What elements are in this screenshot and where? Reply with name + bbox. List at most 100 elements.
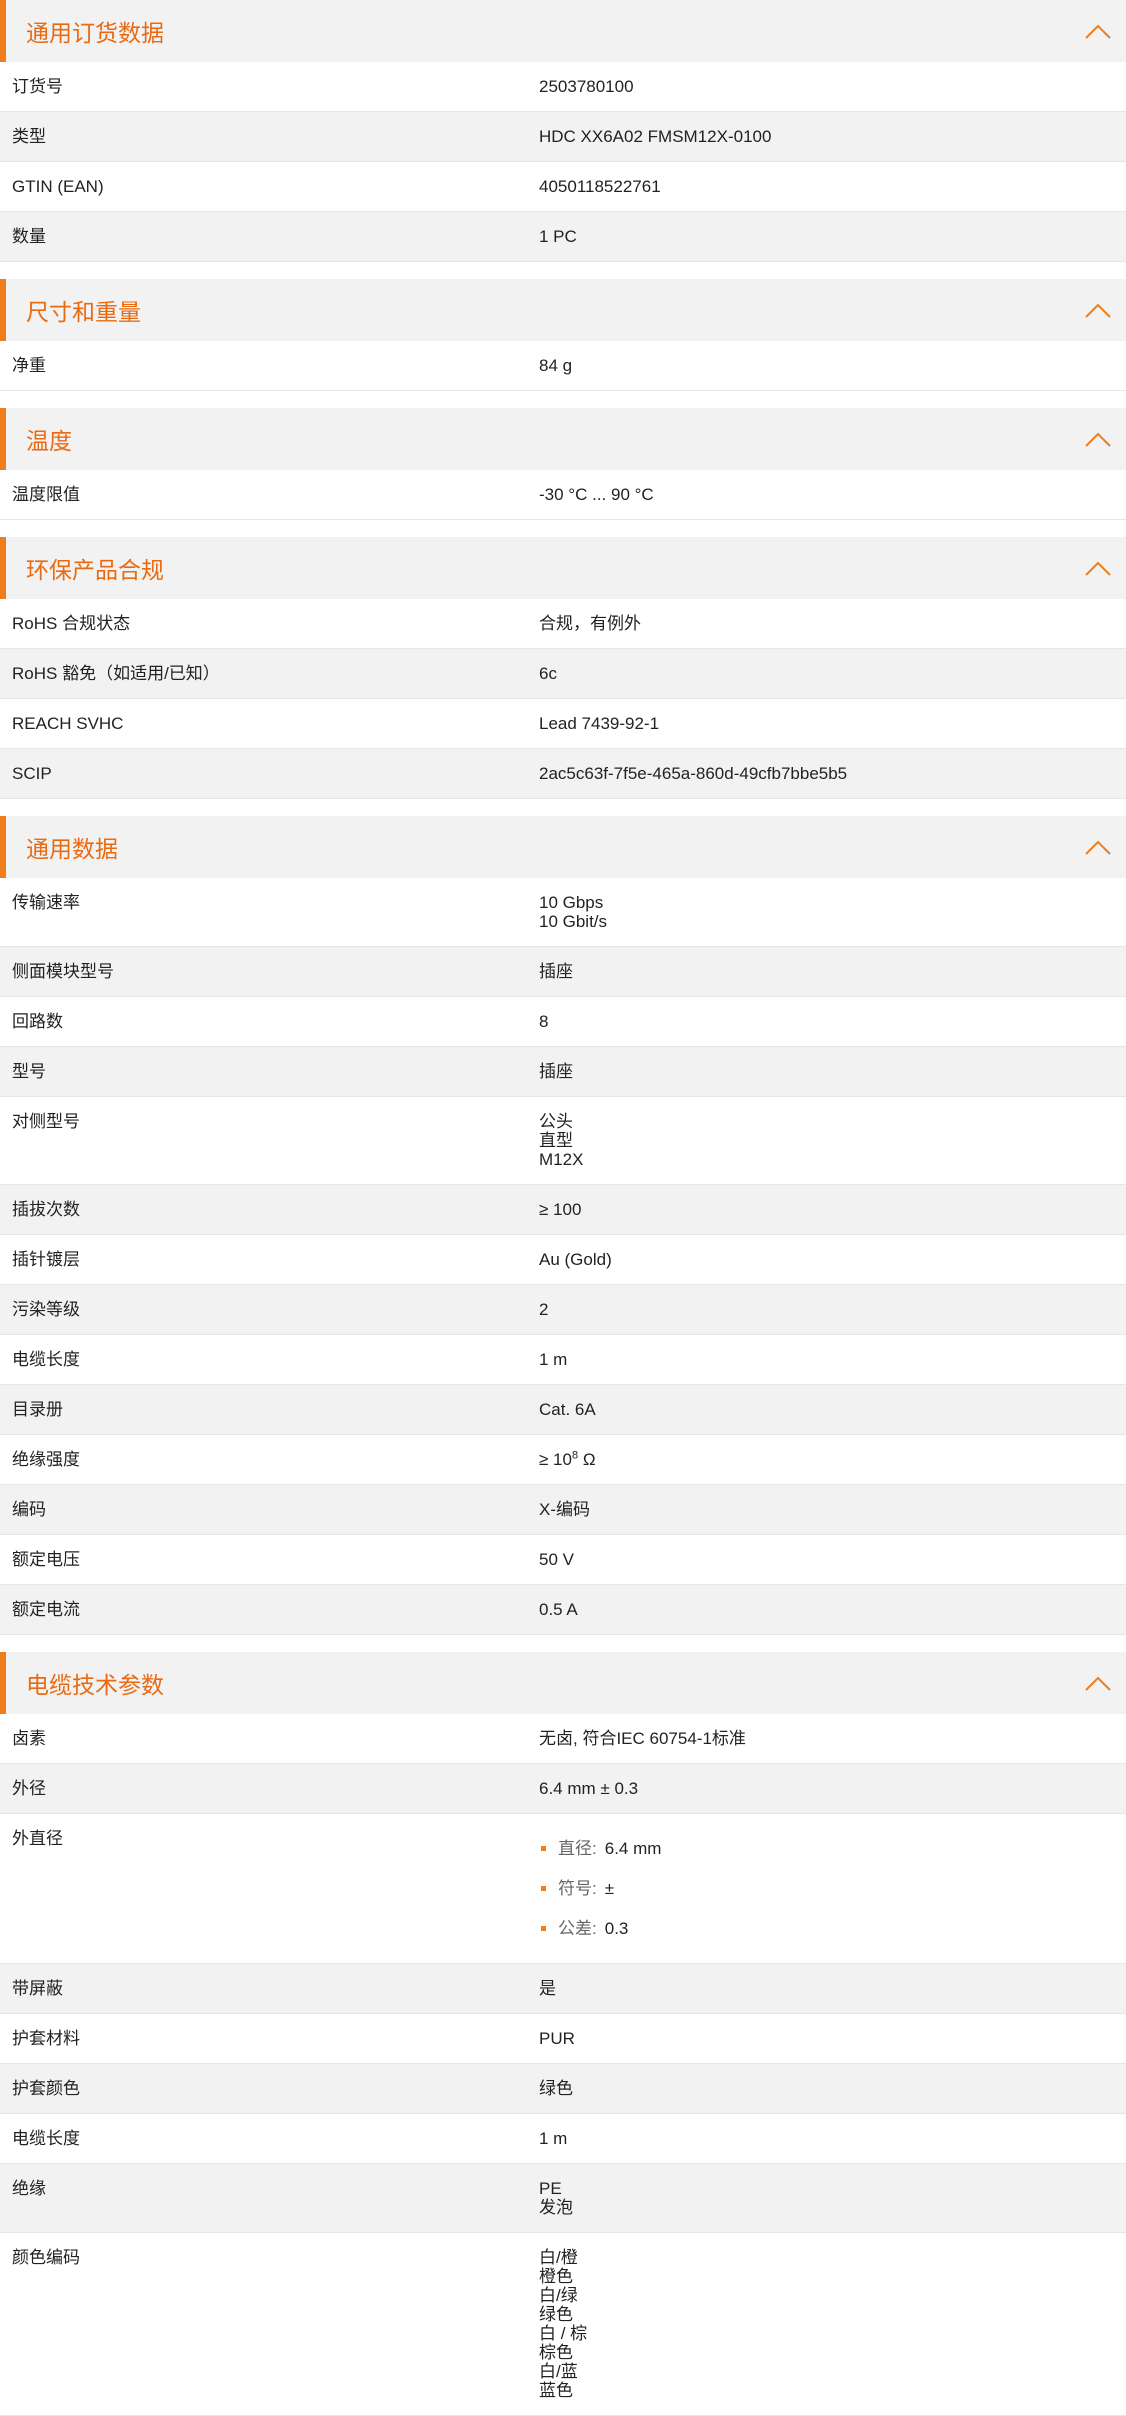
section-title: 通用订货数据 (26, 20, 164, 46)
row-value: 合规，有例外 (539, 599, 1126, 648)
table-row: REACH SVHC Lead 7439-92-1 (0, 699, 1126, 749)
chevron-up-icon[interactable] (1084, 430, 1112, 448)
table-row: 类型 HDC XX6A02 FMSM12X-0100 (0, 112, 1126, 162)
row-value: 2503780100 (539, 62, 1126, 111)
row-label: 电缆长度 (12, 2129, 80, 2148)
row-value: 1 m (539, 1335, 1126, 1384)
row-label: 颜色编码 (12, 2248, 80, 2267)
row-value: 插座 (539, 947, 1126, 996)
row-label: 卤素 (12, 1729, 46, 1748)
section-title: 温度 (26, 428, 72, 454)
chevron-up-icon[interactable] (1084, 559, 1112, 577)
table-row: 护套材料 PUR (0, 2014, 1126, 2064)
value-base: ≥ 10 (539, 1450, 572, 1469)
row-value: 10 Gbps 10 Gbit/s (539, 878, 1126, 946)
value-line: 蓝色 (539, 2381, 573, 2400)
table-row: 卤素 无卤, 符合IEC 60754-1标准 (0, 1714, 1126, 1764)
table-row: 电缆长度 1 m (0, 1335, 1126, 1385)
value-line: 插座 (539, 1062, 573, 1081)
spec-section: 温度 温度限值 -30 °C ... 90 °C (0, 408, 1126, 520)
row-value: X-编码 (539, 1485, 1126, 1534)
value-line: PE (539, 2179, 562, 2198)
row-label: 数量 (12, 227, 46, 246)
spec-section: 通用数据传输速率 10 Gbps 10 Gbit/s 侧面模块型号 插座 回路数 8 型号 插座… (0, 816, 1126, 1635)
row-value: 8 (539, 997, 1126, 1046)
section-table: 卤素 无卤, 符合IEC 60754-1标准 外径 6.4 mm ± 0.3 外直径 直径… (0, 1714, 1126, 2416)
row-value: 插座 (539, 1047, 1126, 1096)
table-row: 颜色编码 白/橙 橙色 白/绿 绿色白 / 棕棕色 白/蓝 蓝色 (0, 2233, 1126, 2416)
chevron-up-icon[interactable] (1084, 22, 1112, 40)
table-row: RoHS 合规状态 合规，有例外 (0, 599, 1126, 649)
bullet-icon (541, 1845, 546, 1851)
section-header[interactable]: 通用数据 (0, 816, 1126, 878)
list-item: 直径: 6.4 mm (539, 1828, 1126, 1868)
table-row: 回路数 8 (0, 997, 1126, 1047)
row-value: 6.4 mm ± 0.3 (539, 1764, 1126, 1813)
table-row: 编码 X-编码 (0, 1485, 1126, 1535)
value-line: 4050118522761 (539, 177, 661, 196)
table-row: 电缆长度 1 m (0, 2114, 1126, 2164)
table-row: 绝缘 PE 发泡 (0, 2164, 1126, 2233)
value-line: 84 g (539, 356, 573, 375)
row-label: 污染等级 (12, 1300, 80, 1319)
section-table: 净重 84 g (0, 341, 1126, 391)
value-line: HDC XX6A02 FMSM12X-0100 (539, 127, 772, 146)
section-header[interactable]: 环保产品合规 (0, 537, 1126, 599)
bullet-list: 直径: 6.4 mm 符号: ± 公差: 0.3 (539, 1828, 1126, 1948)
section-table: 订货号 2503780100 类型 HDC XX6A02 FMSM12X-0100 GT… (0, 62, 1126, 262)
section-header[interactable]: 温度 (0, 408, 1126, 470)
row-value: 白/橙 橙色 白/绿 绿色白 / 棕棕色 白/蓝 蓝色 (539, 2233, 1126, 2415)
row-label: 外径 (12, 1779, 46, 1798)
value-line: ≥ 100 (539, 1200, 582, 1219)
table-row: 对侧型号 公头 直型 M12X (0, 1097, 1126, 1185)
row-label: GTIN (EAN) (12, 177, 104, 196)
value-line: 6.4 mm ± 0.3 (539, 1779, 639, 1798)
row-label: RoHS 合规状态 (12, 614, 131, 633)
row-value: HDC XX6A02 FMSM12X-0100 (539, 112, 1126, 161)
value-line: 8 (539, 1012, 549, 1031)
table-row: GTIN (EAN) 4050118522761 (0, 162, 1126, 212)
bullet-key: 直径: (558, 1838, 597, 1858)
bullet-key: 符号: (558, 1878, 597, 1898)
row-label: 插针镀层 (12, 1250, 80, 1269)
section-header[interactable]: 尺寸和重量 (0, 279, 1126, 341)
section-title: 通用数据 (26, 836, 118, 862)
row-value: ≥ 108 Ω (539, 1435, 1126, 1484)
value-line: 直型 (539, 1131, 573, 1150)
section-table: 传输速率 10 Gbps 10 Gbit/s 侧面模块型号 插座 回路数 8 型号 插座 对侧型号… (0, 878, 1126, 1635)
row-value: 2ac5c63f-7f5e-465a-860d-49cfb7bbe5b5 (539, 749, 1126, 798)
row-label: 温度限值 (12, 485, 80, 504)
bullet-icon (541, 1885, 546, 1891)
table-row: 外径 6.4 mm ± 0.3 (0, 1764, 1126, 1814)
bullet-icon (541, 1925, 546, 1931)
row-value: 1 PC (539, 212, 1126, 261)
value-line: 白/橙 (539, 2248, 578, 2267)
value-line: 1 m (539, 2129, 568, 2148)
value-line: 1 m (539, 1350, 568, 1369)
row-value: 50 V (539, 1535, 1126, 1584)
list-item: 符号: ± (539, 1868, 1126, 1908)
row-value: 4050118522761 (539, 162, 1126, 211)
row-label: 额定电压 (12, 1550, 80, 1569)
row-label: 绝缘 (12, 2179, 46, 2198)
bullet-value: 0.3 (604, 1918, 629, 1938)
row-label: RoHS 豁免（如适用/已知） (12, 664, 220, 683)
row-value: 公头 直型 M12X (539, 1097, 1126, 1184)
value-line: 公头 (539, 1112, 573, 1131)
row-label: 净重 (12, 356, 46, 375)
value-line: 是 (539, 1979, 556, 1998)
row-label: 带屏蔽 (12, 1979, 63, 1998)
table-row: 带屏蔽 是 (0, 1964, 1126, 2014)
section-header[interactable]: 电缆技术参数 (0, 1652, 1126, 1714)
chevron-up-icon[interactable] (1084, 1674, 1112, 1692)
spec-section: 电缆技术参数 卤素 无卤, 符合IEC 60754-1标准外径 6.4 mm ± 0.… (0, 1652, 1126, 2416)
table-row: 额定电压 50 V (0, 1535, 1126, 1585)
chevron-up-icon[interactable] (1084, 301, 1112, 319)
bullet-key: 公差: (558, 1918, 597, 1938)
list-item: 公差: 0.3 (539, 1908, 1126, 1948)
section-header[interactable]: 通用订货数据 (0, 0, 1126, 62)
value-line: Lead 7439-92-1 (539, 714, 660, 733)
row-label: REACH SVHC (12, 714, 124, 733)
table-row: SCIP 2ac5c63f-7f5e-465a-860d-49cfb7bbe5b5 (0, 749, 1126, 799)
chevron-up-icon[interactable] (1084, 838, 1112, 856)
